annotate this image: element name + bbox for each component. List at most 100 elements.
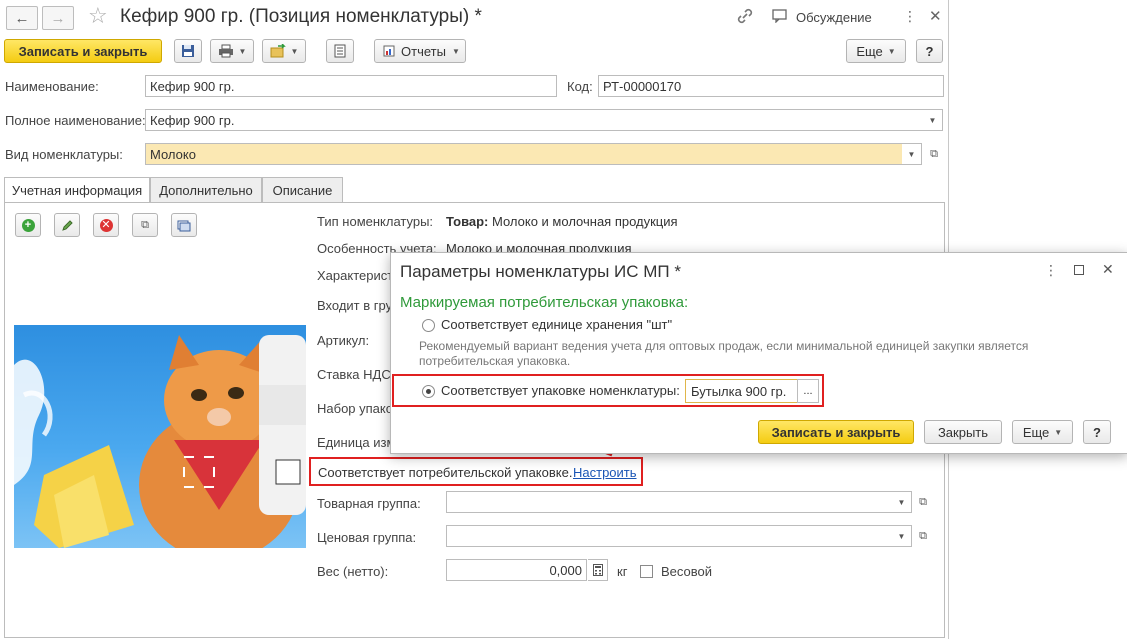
- product-image: [14, 325, 306, 548]
- product-group-input[interactable]: [446, 491, 893, 513]
- arrow-right-icon: →: [50, 9, 66, 27]
- pencil-icon: [61, 219, 73, 231]
- open-window-icon: ⧉: [141, 218, 149, 231]
- chevron-down-icon: ▼: [290, 46, 299, 56]
- arrow-left-icon: ←: [14, 9, 30, 27]
- characteristics-label: Характерист: [317, 268, 394, 283]
- star-icon[interactable]: ☆: [88, 3, 108, 29]
- chevron-down-icon: ▼: [1054, 427, 1063, 437]
- tab-description[interactable]: Описание: [262, 177, 343, 203]
- title-bar: ← → ☆ Кефир 900 гр. (Позиция номенклатур…: [0, 0, 948, 34]
- back-button[interactable]: ←: [6, 6, 38, 30]
- item-type-label: Тип номенклатуры:: [317, 214, 434, 229]
- name-input[interactable]: Кефир 900 гр.: [145, 75, 557, 97]
- weight-label: Вес (нетто):: [317, 564, 389, 579]
- document-list-button[interactable]: [326, 39, 354, 63]
- item-kind-input[interactable]: Молоко: [145, 143, 903, 165]
- full-name-label: Полное наименование:: [5, 113, 146, 128]
- reports-label: Отчеты: [401, 43, 446, 59]
- price-group-dropdown-button[interactable]: ▼: [892, 525, 912, 547]
- ismp-parameters-dialog: Параметры номенклатуры ИС МП * ⋮ ✕ Марки…: [390, 252, 1127, 454]
- add-image-button[interactable]: +: [15, 213, 41, 237]
- dialog-close-icon[interactable]: ✕: [1102, 261, 1114, 278]
- plus-icon: +: [21, 218, 35, 232]
- delete-image-button[interactable]: ✕: [93, 213, 119, 237]
- article-label: Артикул:: [317, 333, 370, 348]
- full-name-dropdown-button[interactable]: ▼: [923, 109, 943, 131]
- more-label: Еще: [856, 43, 883, 59]
- tab-accounting-info[interactable]: Учетная информация: [4, 177, 150, 203]
- delete-icon: ✕: [99, 218, 113, 232]
- link-icon[interactable]: [735, 6, 755, 31]
- item-type-value: Товар: Молоко и молочная продукция: [446, 214, 678, 229]
- close-icon[interactable]: ✕: [929, 7, 942, 25]
- tab-additional[interactable]: Дополнительно: [150, 177, 262, 203]
- chevron-down-icon: ▼: [451, 46, 460, 56]
- code-label: Код:: [567, 79, 593, 94]
- list-icon: [334, 44, 346, 58]
- printer-icon: [218, 44, 233, 58]
- save-and-close-button[interactable]: Записать и закрыть: [4, 39, 162, 63]
- gallery-icon: [177, 220, 191, 231]
- item-type-rest: Молоко и молочная продукция: [488, 214, 678, 229]
- save-button[interactable]: [174, 39, 202, 63]
- maximize-icon[interactable]: [1074, 265, 1084, 275]
- item-type-bold: Товар:: [446, 214, 489, 229]
- chevron-down-icon: ▼: [238, 46, 247, 56]
- calculator-button[interactable]: [588, 559, 608, 581]
- weight-unit: кг: [617, 564, 628, 579]
- dialog-more-button[interactable]: Еще ▼: [1012, 420, 1073, 444]
- floppy-disk-icon: [182, 45, 194, 57]
- weighted-checkbox[interactable]: [640, 565, 653, 578]
- dialog-more-label: Еще: [1022, 424, 1050, 440]
- item-kind-label: Вид номенклатуры:: [5, 147, 123, 162]
- dialog-section-title: Маркируемая потребительская упаковка:: [400, 294, 689, 311]
- create-based-on-button[interactable]: ▼: [262, 39, 306, 63]
- open-window-icon: ⧉: [919, 495, 927, 508]
- price-group-label: Ценовая группа:: [317, 530, 417, 545]
- option-storage-unit-radio[interactable]: [422, 319, 435, 332]
- print-button[interactable]: ▼: [210, 39, 254, 63]
- package-option-highlight: [392, 374, 824, 407]
- vat-rate-label: Ставка НДС: [317, 367, 391, 382]
- dialog-help-button[interactable]: ?: [1083, 420, 1111, 444]
- dialog-save-and-close-button[interactable]: Записать и закрыть: [758, 420, 914, 444]
- option-storage-unit-label[interactable]: Соответствует единице хранения "шт": [441, 317, 672, 332]
- product-group-open-button[interactable]: ⧉: [914, 491, 932, 513]
- open-window-icon: ⧉: [930, 147, 938, 160]
- image-gallery-button[interactable]: [171, 213, 197, 237]
- product-group-dropdown-button[interactable]: ▼: [892, 491, 912, 513]
- edit-image-button[interactable]: [54, 213, 80, 237]
- chevron-down-icon: ▼: [897, 497, 906, 507]
- help-button[interactable]: ?: [916, 39, 943, 63]
- dialog-close-button[interactable]: Закрыть: [924, 420, 1002, 444]
- name-label: Наименование:: [5, 79, 99, 94]
- item-kind-open-button[interactable]: ⧉: [925, 143, 943, 165]
- weighted-checkbox-label[interactable]: Весовой: [661, 564, 712, 579]
- price-group-input[interactable]: [446, 525, 893, 547]
- discussion-label[interactable]: Обсуждение: [796, 10, 872, 25]
- dialog-title: Параметры номенклатуры ИС МП *: [400, 262, 681, 281]
- weight-input[interactable]: 0,000: [446, 559, 587, 581]
- code-input[interactable]: РТ-00000170: [598, 75, 944, 97]
- discussion-icon[interactable]: [772, 9, 788, 26]
- full-name-input[interactable]: Кефир 900 гр.: [145, 109, 924, 131]
- chevron-down-icon: ▼: [928, 115, 937, 125]
- price-group-open-button[interactable]: ⧉: [914, 525, 932, 547]
- open-window-icon: ⧉: [919, 529, 927, 542]
- more-button[interactable]: Еще ▼: [846, 39, 906, 63]
- calculator-icon: [592, 564, 603, 576]
- open-image-button[interactable]: ⧉: [132, 213, 158, 237]
- report-icon: [383, 45, 395, 57]
- folder-arrow-icon: [270, 44, 286, 58]
- chevron-down-icon: ▼: [897, 531, 906, 541]
- group-in-label: Входит в гру: [317, 298, 393, 313]
- forward-button[interactable]: →: [42, 6, 74, 30]
- item-kind-dropdown-button[interactable]: ▼: [902, 143, 922, 165]
- window-title: Кефир 900 гр. (Позиция номенклатуры) *: [120, 6, 482, 27]
- reports-button[interactable]: Отчеты ▼: [374, 39, 466, 63]
- package-set-label: Набор упако: [317, 401, 393, 416]
- chevron-down-icon: ▼: [907, 149, 916, 159]
- dialog-more-vertical-icon[interactable]: ⋮: [1044, 262, 1058, 279]
- more-vertical-icon[interactable]: ⋮: [903, 8, 917, 25]
